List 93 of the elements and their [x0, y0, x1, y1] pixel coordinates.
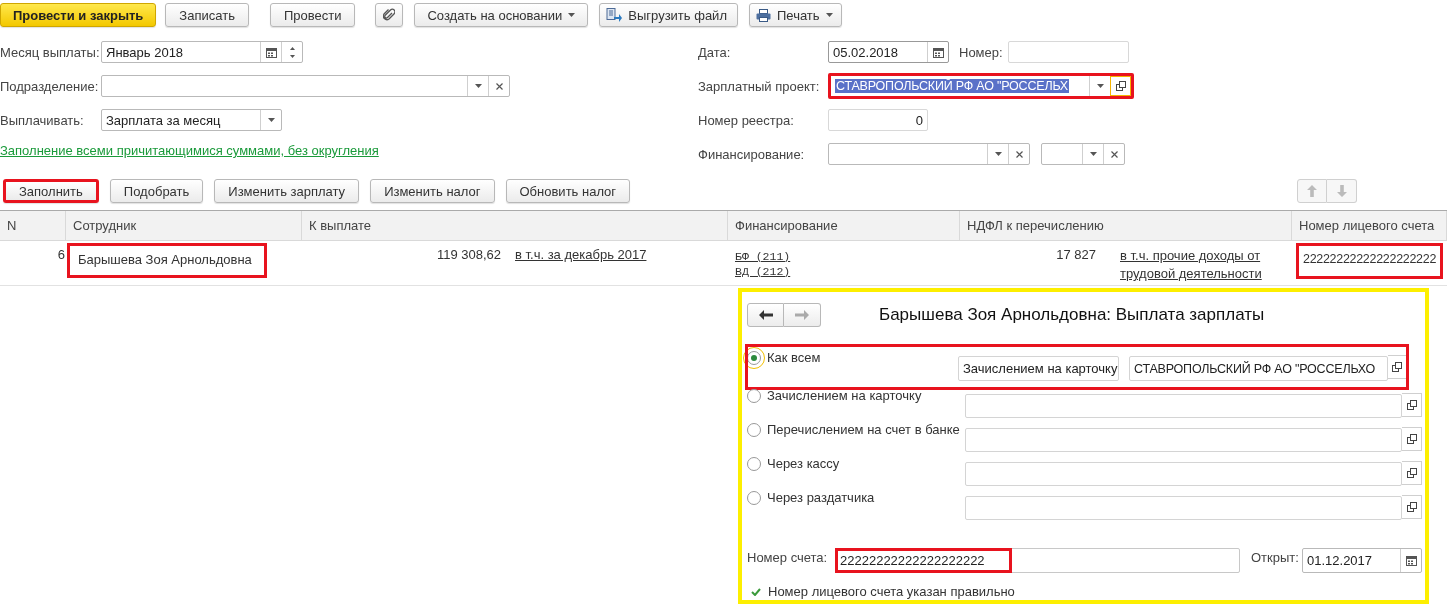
radio-button[interactable] — [747, 422, 761, 437]
table-cell-text: 119 308,62 — [436, 247, 501, 264]
field-label: Номер реестра: — [698, 112, 795, 128]
column-header[interactable]: Сотрудник — [66, 211, 302, 241]
salary-project-field[interactable]: СТАВРОПОЛЬСКИЙ РФ АО "РОССЕЛЬХ — [828, 73, 1134, 99]
calendar-icon[interactable] — [1405, 554, 1417, 566]
table-cell: 22222222222222222222 — [1296, 243, 1444, 279]
overlapping-squares-icon[interactable] — [1115, 81, 1126, 91]
input-field[interactable] — [965, 462, 1403, 486]
overlapping-squares-icon[interactable] — [1406, 468, 1417, 478]
radio-label[interactable]: Как всем — [767, 350, 821, 365]
field-label: Дата: — [698, 44, 732, 60]
overlapping-squares-icon[interactable] — [1406, 434, 1417, 444]
input-field[interactable] — [965, 394, 1403, 418]
table-cell-text: 6 — [57, 247, 65, 264]
register-number-field[interactable]: 0 — [828, 109, 928, 131]
opened-date-field[interactable]: 01.12.2017 — [1302, 547, 1422, 573]
spin-down-icon[interactable] — [289, 54, 295, 58]
print-button[interactable]: Печать — [749, 3, 842, 27]
column-header[interactable]: N — [0, 211, 66, 241]
printer-icon — [756, 8, 771, 22]
toolbar-button[interactable]: Записать — [165, 3, 249, 27]
field-label: Подразделение: — [0, 78, 100, 94]
radio-label[interactable]: Зачислением на карточку — [767, 388, 922, 403]
input-field[interactable] — [965, 496, 1403, 520]
field-label: Открыт: — [1251, 549, 1300, 565]
table-link[interactable]: в т.ч. прочие доходы от трудовой деятельности — [1120, 247, 1285, 279]
caret-icon[interactable] — [825, 13, 833, 17]
table-action-button[interactable]: Изменить зарплату — [214, 179, 360, 203]
field-label: Номер: — [959, 44, 1004, 60]
month-field[interactable]: Январь 2018 — [101, 41, 303, 63]
table-action-button[interactable]: Подобрать — [109, 179, 204, 203]
column-header[interactable]: К выплате — [302, 211, 728, 241]
radio-button[interactable] — [747, 490, 761, 505]
input-field[interactable] — [965, 428, 1403, 452]
clear-icon[interactable] — [1015, 150, 1023, 158]
salary-project-field: СТАВРОПОЛЬСКИЙ РФ АО "РОССЕЛЬХО — [1129, 356, 1388, 381]
table-action-button[interactable]: Заполнить — [3, 179, 99, 203]
table-link[interactable]: БФ (211) — [735, 250, 791, 263]
toolbar-button[interactable]: Провести — [269, 3, 356, 27]
table-cell: Барышева Зоя Арнольдовна — [67, 243, 267, 278]
validation-message: Номер лицевого счета указан правильно — [768, 584, 1015, 599]
overlapping-squares-icon[interactable] — [1406, 502, 1417, 512]
document-arrow-icon — [606, 7, 623, 23]
radio-button[interactable] — [747, 456, 761, 471]
field-label: Финансирование: — [698, 146, 806, 162]
account-number-field[interactable]: 22222222222222222222 — [835, 547, 1240, 573]
caret-icon[interactable] — [568, 13, 576, 17]
create-based-on-button[interactable]: Создать на основании — [414, 3, 589, 27]
field-label: Месяц выплаты: — [0, 44, 101, 60]
field-label: Номер счета: — [747, 549, 829, 565]
caret-icon[interactable] — [994, 152, 1002, 156]
number-field[interactable] — [1008, 41, 1129, 63]
financing-field[interactable] — [828, 143, 1030, 165]
field-label: Выплачивать: — [0, 112, 85, 128]
table-link[interactable]: в т.ч. за декабрь 2017 — [515, 247, 721, 279]
caret-icon[interactable] — [1096, 84, 1104, 88]
attach-button[interactable] — [375, 3, 404, 27]
department-field[interactable] — [101, 75, 510, 97]
column-header[interactable]: Финансирование — [728, 211, 960, 241]
caret-icon[interactable] — [1089, 152, 1097, 156]
left-arrow-icon[interactable] — [758, 310, 773, 320]
table-action-button[interactable]: Изменить налог — [370, 179, 495, 203]
overlapping-squares-icon[interactable] — [1406, 400, 1417, 410]
export-file-button[interactable]: Выгрузить файл — [599, 3, 738, 27]
radio-label[interactable]: Через раздатчика — [767, 490, 875, 505]
column-header[interactable]: НДФЛ к перечислению — [960, 211, 1292, 241]
clear-icon[interactable] — [495, 82, 503, 90]
table-link[interactable]: ВД (212) — [735, 265, 791, 278]
payment-method-field: Зачислением на карточку — [958, 356, 1119, 381]
clear-icon[interactable] — [1110, 150, 1118, 158]
calendar-icon[interactable] — [265, 46, 277, 58]
account-number-value: 22222222222222222222 — [835, 547, 1012, 573]
radio-button[interactable] — [747, 350, 761, 365]
radio-label[interactable]: Через кассу — [767, 456, 840, 471]
checkmark-icon — [751, 587, 761, 596]
caret-icon[interactable] — [474, 84, 482, 88]
field-label: Зарплатный проект: — [698, 78, 821, 94]
dialog-title: Барышева Зоя Арнольдовна: Выплата зарплаты — [879, 305, 1265, 325]
calendar-icon[interactable] — [932, 46, 944, 58]
paperclip-icon — [383, 8, 396, 22]
caret-icon[interactable] — [267, 118, 275, 122]
radio-label[interactable]: Перечислением на счет в банке — [767, 422, 960, 437]
table-cell-text: 17 827 — [1056, 247, 1096, 264]
table-action-button[interactable]: Обновить налог — [505, 179, 631, 203]
overlapping-squares-icon[interactable] — [1391, 362, 1402, 372]
post-and-close-button[interactable]: Провести и закрыть — [0, 3, 157, 27]
pay-type-field[interactable]: Зарплата за месяц — [101, 109, 282, 131]
financing-item-field[interactable] — [1041, 143, 1125, 165]
fill-mode-link[interactable]: Заполнение всеми причитающимися суммами, без округления — [0, 143, 698, 158]
column-header[interactable]: Номер лицевого счета — [1292, 211, 1447, 241]
spin-up-icon[interactable] — [289, 46, 295, 50]
date-field[interactable]: 05.02.2018 — [828, 41, 949, 63]
